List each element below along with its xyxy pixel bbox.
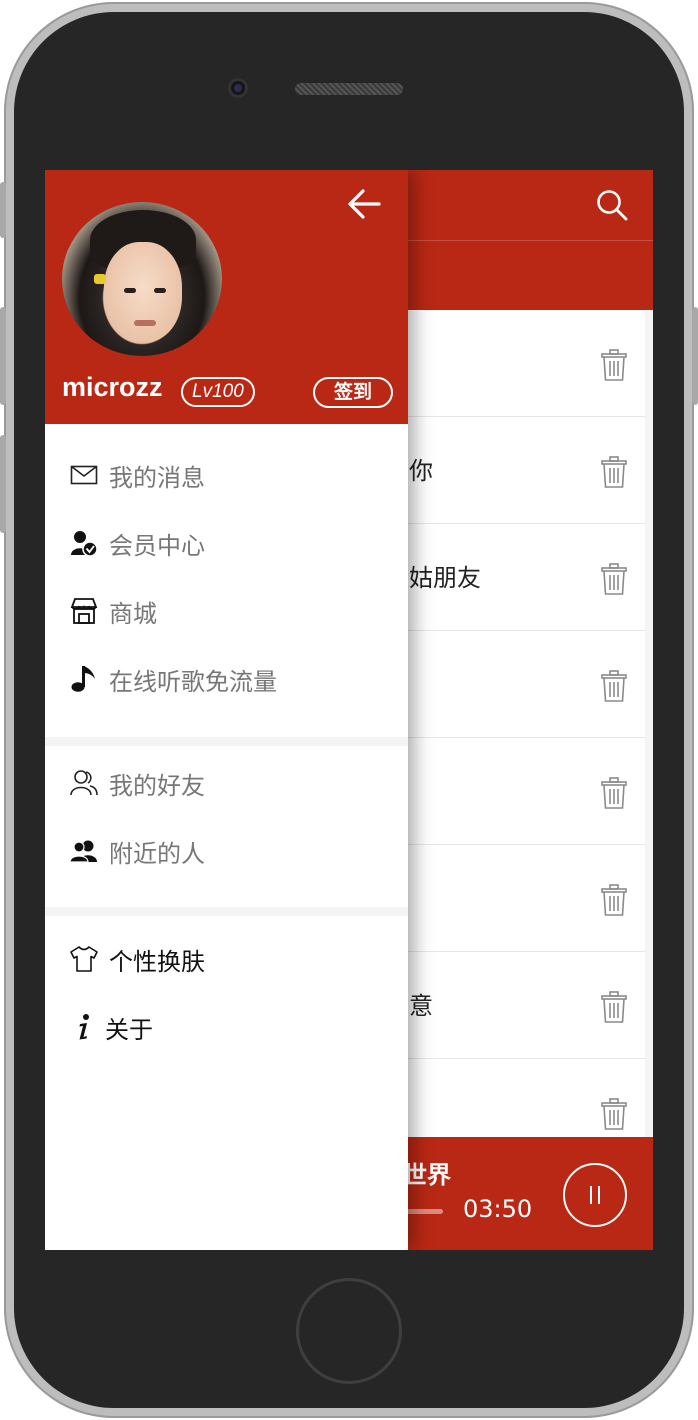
phone-screen: 一个 杰见你懂姑朋友天意 世界 03:50 microzz Lv100 签到 [45,170,653,1250]
volume-up-button [0,307,6,405]
group-divider [45,737,408,746]
trash-icon[interactable] [599,455,629,489]
trash-icon[interactable] [599,990,629,1024]
menu-item-free-streaming[interactable]: 在线听歌免流量 [69,658,389,698]
search-icon[interactable] [595,188,629,222]
front-camera [228,78,248,98]
earpiece-speaker [295,83,403,95]
trash-icon[interactable] [599,562,629,596]
tshirt-icon [70,946,98,972]
menu-group-social: 我的好友 附近的人 [45,746,408,907]
menu-label: 个性换肤 [109,948,205,976]
menu-item-skin[interactable]: 个性换肤 [69,938,389,978]
drawer-header: microzz Lv100 签到 [45,170,408,424]
trash-icon[interactable] [599,669,629,703]
player-time: 03:50 [463,1195,533,1223]
menu-item-nearby[interactable]: 附近的人 [69,830,389,870]
trash-icon[interactable] [599,348,629,382]
menu-label: 附近的人 [109,840,205,868]
avatar[interactable] [62,202,222,356]
menu-label: 我的消息 [109,464,205,492]
volume-down-button [0,435,6,533]
menu-group-settings: 个性换肤 关于 [45,916,408,1250]
trash-icon[interactable] [599,776,629,810]
menu-item-vip-center[interactable]: 会员中心 [69,522,389,562]
mute-switch [0,182,6,238]
checkin-button[interactable]: 签到 [313,377,393,408]
trash-icon[interactable] [599,883,629,917]
menu-group-account: 我的消息 会员中心 商城 在线听歌免流量 [45,424,408,737]
power-button [692,307,698,405]
nearby-people-icon [69,840,97,863]
menu-label: 关于 [105,1016,153,1044]
song-title: 天意 [385,992,433,1020]
menu-label: 会员中心 [109,532,205,560]
menu-item-friends[interactable]: 我的好友 [69,762,389,802]
menu-item-store[interactable]: 商城 [69,590,389,630]
pause-button[interactable] [563,1163,627,1227]
back-arrow-icon[interactable] [345,184,385,224]
player-song-title: 世界 [403,1161,451,1189]
menu-item-messages[interactable]: 我的消息 [69,454,389,494]
menu-item-about[interactable]: 关于 [69,1006,389,1046]
song-title: 见你 [385,457,433,485]
menu-label: 在线听歌免流量 [109,668,277,696]
song-title: 懂姑朋友 [385,564,481,592]
music-note-icon [71,666,95,692]
friends-icon [70,770,98,796]
store-icon [70,598,98,624]
menu-label: 商城 [109,600,157,628]
vip-member-icon [71,531,98,557]
username: microzz [62,372,163,402]
menu-label: 我的好友 [109,772,205,800]
home-button [296,1278,402,1384]
group-divider [45,907,408,916]
trash-icon[interactable] [599,1097,629,1131]
mail-icon [70,465,98,485]
level-badge: Lv100 [181,377,255,407]
info-icon [79,1014,89,1040]
song-title: 杰 [385,344,585,379]
side-drawer: microzz Lv100 签到 我的消息 会员中心 商城 在线听歌免流量 我的… [45,170,408,1250]
